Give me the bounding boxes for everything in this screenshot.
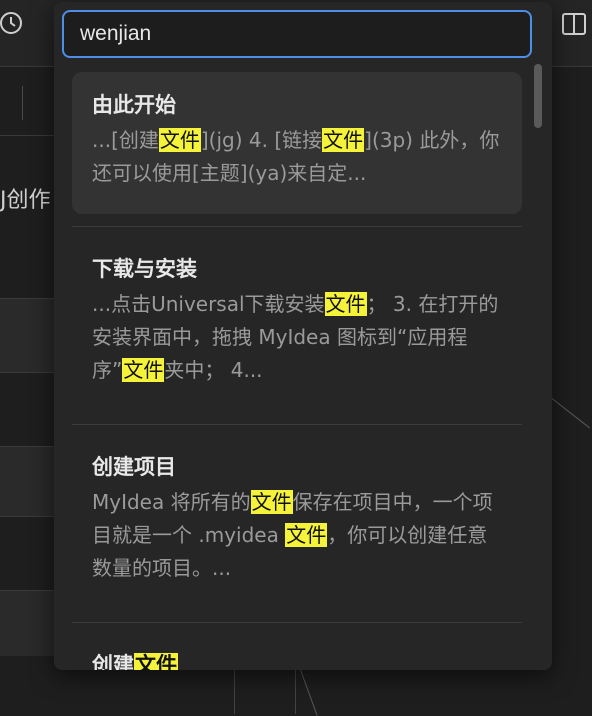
result-item[interactable]: 创建项目 MyIdea 将所有的文件保存在项目中，一个项目就是一个 .myide… xyxy=(72,452,522,585)
snippet-text: 夹中； 4... xyxy=(164,358,263,382)
result-title: 下载与安装 xyxy=(92,257,197,281)
search-popup: 由此开始 ...[创建文件](jg) 4. [链接文件](3p) 此外，你还可以… xyxy=(54,2,552,670)
split-view-icon[interactable] xyxy=(562,12,586,36)
result-title: 创建项目 xyxy=(92,455,176,479)
connector-line xyxy=(299,668,318,716)
result-snippet: ...[创建文件](jg) 4. [链接文件](3p) 此外，你还可以使用[主题… xyxy=(92,124,502,190)
snippet-text: ...[创建 xyxy=(92,128,159,152)
divider xyxy=(72,622,522,623)
match-highlight: 文件 xyxy=(324,292,367,316)
toolbar-separator xyxy=(22,86,23,120)
divider xyxy=(0,135,54,136)
divider xyxy=(0,446,54,447)
divider xyxy=(0,372,54,373)
snippet-text: ](jg) 4. [链接 xyxy=(200,128,323,152)
background-text: J创作 xyxy=(0,188,51,213)
match-highlight: 文件 xyxy=(122,358,165,382)
match-highlight: 文件 xyxy=(158,128,201,152)
match-highlight: 文件 xyxy=(134,653,178,670)
background-row xyxy=(0,446,54,516)
result-item[interactable]: 由此开始 ...[创建文件](jg) 4. [链接文件](3p) 此外，你还可以… xyxy=(72,72,522,214)
result-item[interactable]: 创建文件 xyxy=(72,650,522,670)
history-icon[interactable] xyxy=(0,10,26,36)
divider xyxy=(0,590,54,591)
result-snippet: ...点击Universal下载安装文件； 3. 在打开的安装界面中，拖拽 My… xyxy=(92,288,502,387)
divider xyxy=(0,516,54,517)
snippet-text: 创建 xyxy=(92,653,134,670)
match-highlight: 文件 xyxy=(285,523,328,547)
result-item[interactable]: 下载与安装 ...点击Universal下载安装文件； 3. 在打开的安装界面中… xyxy=(72,254,522,387)
snippet-text: MyIdea 将所有的 xyxy=(92,490,251,514)
divider xyxy=(72,226,522,227)
scrollbar-thumb[interactable] xyxy=(534,64,542,128)
divider xyxy=(0,298,54,299)
connector-line xyxy=(551,398,591,429)
snippet-text: ...点击Universal下载安装 xyxy=(92,292,325,316)
match-highlight: 文件 xyxy=(322,128,365,152)
background-panel xyxy=(234,670,296,714)
match-highlight: 文件 xyxy=(250,490,293,514)
divider xyxy=(72,424,522,425)
background-row xyxy=(0,590,54,656)
result-snippet: MyIdea 将所有的文件保存在项目中，一个项目就是一个 .myidea 文件，… xyxy=(92,486,502,585)
search-input[interactable] xyxy=(62,10,532,58)
background-row xyxy=(0,298,54,372)
result-title: 由此开始 xyxy=(92,93,176,117)
result-title: 创建文件 xyxy=(92,650,502,670)
